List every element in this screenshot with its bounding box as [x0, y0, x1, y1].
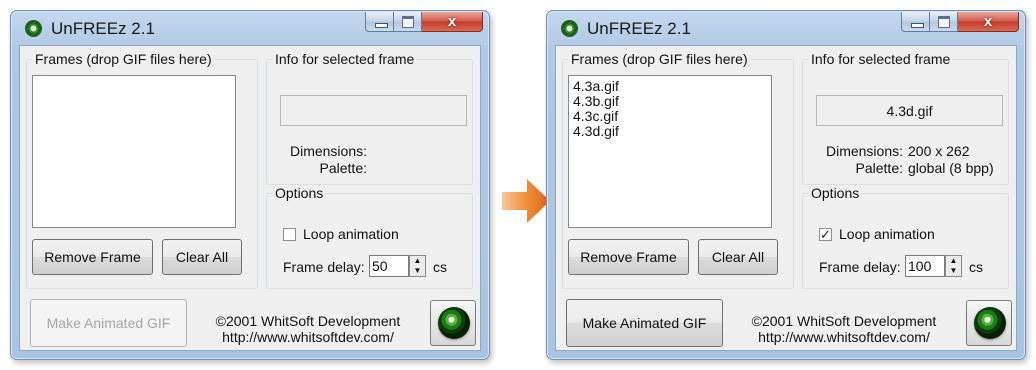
- options-group-label: Options: [809, 185, 862, 201]
- list-item[interactable]: 4.3b.gif: [573, 94, 767, 109]
- about-logo-button[interactable]: [430, 300, 476, 346]
- frames-group-label: Frames (drop GIF files here): [33, 51, 214, 67]
- copyright-line: ©2001 WhitSoft Development: [751, 313, 937, 329]
- frames-group-label: Frames (drop GIF files here): [569, 51, 750, 67]
- unfreez-window-before: UnFREEz 2.1 x Frames (drop GIF files her…: [10, 10, 490, 360]
- maximize-icon: [938, 16, 950, 28]
- palette-label: Palette:: [855, 160, 903, 176]
- remove-frame-button[interactable]: Remove Frame: [568, 239, 689, 275]
- minimize-icon: [911, 23, 924, 28]
- unfreez-app-icon[interactable]: [561, 20, 578, 37]
- spin-up-icon[interactable]: ▲: [946, 256, 961, 266]
- frame-delay-unit: cs: [433, 259, 447, 275]
- options-group-label: Options: [273, 185, 326, 201]
- copyright-text: ©2001 WhitSoft Development http://www.wh…: [208, 313, 408, 345]
- maximize-icon: [402, 16, 414, 28]
- unfreez-window-after: UnFREEz 2.1 x Frames (drop GIF files her…: [546, 10, 1026, 360]
- copyright-text: ©2001 WhitSoft Development http://www.wh…: [744, 313, 944, 345]
- spin-up-icon[interactable]: ▲: [410, 256, 425, 266]
- info-group-label: Info for selected frame: [273, 51, 417, 67]
- window-title: UnFREEz 2.1: [51, 19, 155, 38]
- minimize-icon: [375, 23, 388, 28]
- frame-delay-unit: cs: [969, 259, 983, 275]
- remove-frame-button[interactable]: Remove Frame: [32, 239, 153, 275]
- whitsoft-logo-icon: [438, 307, 470, 339]
- frame-delay-label: Frame delay:: [819, 259, 901, 275]
- loop-animation-checkbox[interactable]: [283, 228, 296, 241]
- minimize-button[interactable]: [365, 12, 394, 32]
- make-animated-gif-button[interactable]: Make Animated GIF: [30, 299, 187, 347]
- clear-all-button[interactable]: Clear All: [698, 239, 778, 275]
- frame-delay-spinner[interactable]: ▲ ▼: [945, 255, 962, 277]
- arrow-right-icon: [500, 175, 552, 227]
- make-animated-gif-button[interactable]: Make Animated GIF: [566, 299, 723, 347]
- list-item[interactable]: 4.3c.gif: [573, 109, 767, 124]
- close-icon: x: [447, 13, 457, 30]
- dialog-client-area: Frames (drop GIF files here) 4.3a.gif 4.3…: [555, 45, 1017, 351]
- close-button[interactable]: x: [958, 12, 1019, 32]
- dimensions-value: 200 x 262: [908, 143, 970, 159]
- title-bar[interactable]: UnFREEz 2.1 x: [11, 11, 489, 45]
- unfreez-app-icon[interactable]: [25, 20, 42, 37]
- palette-value: global (8 bpp): [908, 160, 994, 176]
- frames-listbox[interactable]: 4.3a.gif 4.3b.gif 4.3c.gif 4.3d.gif: [568, 75, 772, 228]
- frame-delay-input[interactable]: 50: [369, 255, 409, 277]
- loop-animation-label[interactable]: Loop animation: [303, 226, 399, 242]
- window-title: UnFREEz 2.1: [587, 19, 691, 38]
- frame-delay-spinner[interactable]: ▲ ▼: [409, 255, 426, 277]
- selected-frame-name: [280, 95, 467, 126]
- maximize-button[interactable]: [930, 12, 958, 32]
- website-link[interactable]: http://www.whitsoftdev.com/: [744, 329, 944, 345]
- palette-label: Palette:: [319, 160, 367, 176]
- info-group-label: Info for selected frame: [809, 51, 953, 67]
- loop-animation-label[interactable]: Loop animation: [839, 226, 935, 242]
- dimensions-label: Dimensions:: [825, 143, 903, 159]
- spin-down-icon[interactable]: ▼: [946, 266, 961, 276]
- maximize-button[interactable]: [394, 12, 422, 32]
- frame-delay-input[interactable]: 100: [905, 255, 945, 277]
- about-logo-button[interactable]: [966, 300, 1012, 346]
- dialog-client-area: Frames (drop GIF files here) Remove Fram…: [19, 45, 481, 351]
- dimensions-label: Dimensions:: [289, 143, 367, 159]
- frames-listbox[interactable]: [32, 75, 236, 228]
- frame-delay-label: Frame delay:: [283, 259, 365, 275]
- title-bar[interactable]: UnFREEz 2.1 x: [547, 11, 1025, 45]
- close-button[interactable]: x: [422, 12, 483, 32]
- clear-all-button[interactable]: Clear All: [162, 239, 242, 275]
- minimize-button[interactable]: [901, 12, 930, 32]
- close-icon: x: [983, 13, 993, 30]
- list-item[interactable]: 4.3d.gif: [573, 124, 767, 139]
- copyright-line: ©2001 WhitSoft Development: [215, 313, 401, 329]
- whitsoft-logo-icon: [974, 307, 1006, 339]
- selected-frame-name: 4.3d.gif: [816, 95, 1003, 126]
- spin-down-icon[interactable]: ▼: [410, 266, 425, 276]
- loop-animation-checkbox[interactable]: ✓: [819, 228, 832, 241]
- website-link[interactable]: http://www.whitsoftdev.com/: [208, 329, 408, 345]
- list-item[interactable]: 4.3a.gif: [573, 79, 767, 94]
